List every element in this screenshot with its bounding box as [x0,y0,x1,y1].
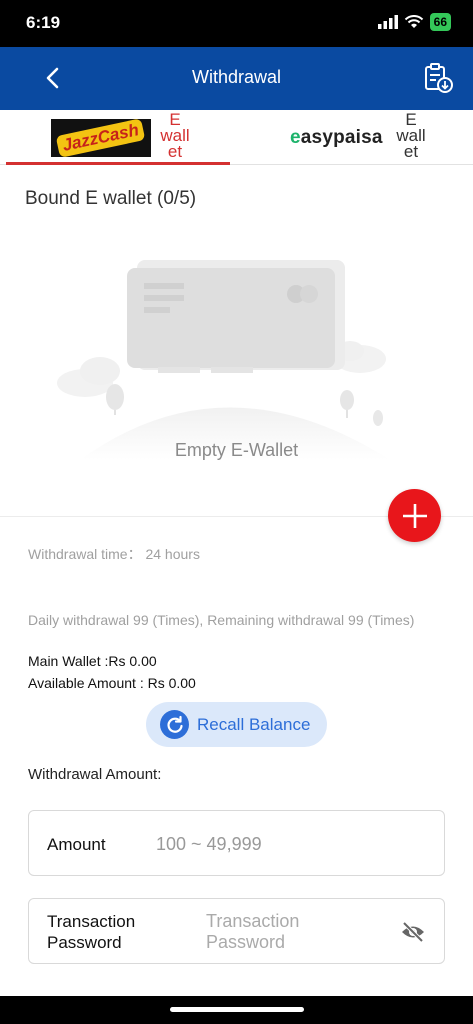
plus-icon [402,503,427,528]
empty-wallet-illustration [57,260,390,460]
battery-icon: 66 [429,13,451,31]
page-title: Withdrawal [191,67,282,87]
bound-wallet-title: Bound E wallet (0/5) [25,188,197,209]
status-bar: 6:19 66 [0,0,473,47]
transaction-password-input[interactable]: Transaction Password [206,911,336,953]
status-time: 6:19 [26,13,61,32]
wifi-icon [404,15,423,28]
withdrawal-amount-heading: Withdrawal Amount: [28,766,162,783]
wallet-tabs: JazzCash E wall et easypaisa E wall et [0,110,473,165]
jazzcash-logo: JazzCash [51,118,151,158]
daily-limit: Daily withdrawal 99 (Times), Remaining w… [28,612,415,628]
transaction-password-field[interactable]: Transaction Password Transaction Passwor… [28,898,445,964]
active-tab-indicator [6,162,230,165]
signal-icon [377,15,398,29]
recall-balance-label: Recall Balance [197,714,311,734]
easypaisa-logo: easypaisa [290,127,383,148]
tab-label: E wall et [160,110,190,161]
amount-label: Amount [47,835,106,854]
header: Withdrawal [0,47,473,110]
main-wallet-balance: Main Wallet :Rs 0.00 [28,653,157,669]
eye-off-icon[interactable] [400,921,426,943]
available-amount: Available Amount : Rs 0.00 [28,675,196,691]
tab-label: E wall et [396,110,426,161]
transaction-password-label: Transaction Password [47,912,136,952]
clipboard-download-icon[interactable] [421,61,455,95]
empty-wallet-text: Empty E-Wallet [174,440,299,460]
add-wallet-button[interactable] [388,489,441,542]
refresh-icon [160,710,189,739]
amount-field: Amount [28,810,445,876]
tab-easypaisa[interactable]: easypaisa E wall et [236,110,473,165]
status-icons: 66 [377,13,451,31]
amount-input[interactable] [156,831,426,857]
home-indicator[interactable] [170,1007,304,1012]
recall-balance-button[interactable]: Recall Balance [146,702,327,747]
tab-jazzcash[interactable]: JazzCash E wall et [0,110,236,165]
withdrawal-time: Withdrawal time： 24 hours [28,546,200,562]
